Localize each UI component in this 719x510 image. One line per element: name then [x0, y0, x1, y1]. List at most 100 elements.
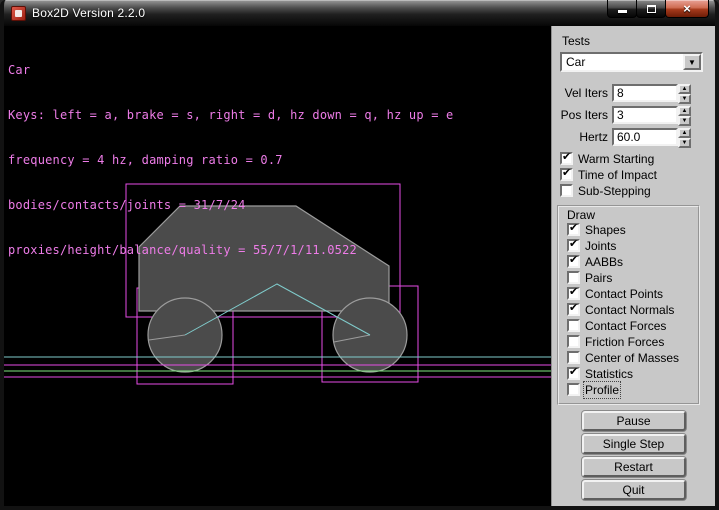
checkbox-box[interactable]: ✔ — [567, 271, 580, 284]
checkbox-label: Sub-Stepping — [578, 184, 651, 198]
vel-iters-row: Vel Iters ▲ ▼ — [552, 84, 691, 102]
hud-line-test-title: Car — [8, 63, 453, 78]
app-window: Box2D Version 2.2.0 × — [0, 0, 719, 510]
checkbox-label: Shapes — [585, 223, 626, 237]
check-icon: ✔ — [569, 223, 578, 234]
checkbox-box[interactable]: ✔ — [560, 168, 573, 181]
checkbox-sub-stepping[interactable]: ✔ Sub-Stepping — [560, 184, 715, 197]
checkbox-aabbs[interactable]: ✔ AABBs — [567, 255, 698, 268]
checkbox-contact-forces[interactable]: ✔ Contact Forces — [567, 319, 698, 332]
checkbox-box[interactable]: ✔ — [560, 152, 573, 165]
arrow-up-icon: ▲ — [682, 108, 688, 114]
checkbox-box[interactable]: ✔ — [567, 335, 580, 348]
pos-iters-label: Pos Iters — [552, 108, 608, 122]
checkbox-label: Center of Masses — [585, 351, 679, 365]
tests-dropdown[interactable]: Car ▼ — [560, 52, 703, 72]
checkbox-pairs[interactable]: ✔ Pairs — [567, 271, 698, 284]
checkbox-box[interactable]: ✔ — [567, 223, 580, 236]
checkbox-label: AABBs — [585, 255, 623, 269]
control-panel: Tests Car ▼ Vel Iters ▲ ▼ Pos Iters — [551, 26, 715, 506]
checkbox-contact-normals[interactable]: ✔ Contact Normals — [567, 303, 698, 316]
vel-iters-up-button[interactable]: ▲ — [678, 84, 691, 94]
checkbox-friction-forces[interactable]: ✔ Friction Forces — [567, 335, 698, 348]
pos-iters-down-button[interactable]: ▼ — [678, 116, 691, 126]
checkbox-label: Warm Starting — [578, 152, 654, 166]
checkbox-label: Statistics — [585, 367, 633, 381]
checkbox-contact-points[interactable]: ✔ Contact Points — [567, 287, 698, 300]
restart-button[interactable]: Restart — [582, 457, 686, 477]
checkbox-box[interactable]: ✔ — [567, 351, 580, 364]
single-step-button[interactable]: Single Step — [582, 434, 686, 454]
check-icon: ✔ — [569, 367, 578, 378]
checkbox-box[interactable]: ✔ — [567, 319, 580, 332]
arrow-down-icon: ▼ — [682, 140, 688, 146]
check-icon: ✔ — [562, 152, 571, 163]
pos-iters-up-button[interactable]: ▲ — [678, 106, 691, 116]
checkbox-box[interactable]: ✔ — [567, 303, 580, 316]
arrow-up-icon: ▲ — [682, 130, 688, 136]
checkbox-box[interactable]: ✔ — [567, 383, 580, 396]
window-controls: × — [608, 0, 709, 18]
checkbox-shapes[interactable]: ✔ Shapes — [567, 223, 698, 236]
hertz-input[interactable] — [612, 128, 678, 146]
checkbox-label: Friction Forces — [585, 335, 664, 349]
checkbox-profile[interactable]: ✔ Profile — [567, 383, 698, 396]
checkbox-center-of-masses[interactable]: ✔ Center of Masses — [567, 351, 698, 364]
hertz-row: Hertz ▲ ▼ — [552, 128, 691, 146]
checkbox-box[interactable]: ✔ — [567, 367, 580, 380]
pause-button[interactable]: Pause — [582, 411, 686, 431]
hertz-label: Hertz — [552, 130, 608, 144]
pos-iters-spinner: ▲ ▼ — [678, 106, 691, 124]
vel-iters-spinner: ▲ ▼ — [678, 84, 691, 102]
checkbox-label: Time of Impact — [578, 168, 657, 182]
check-icon: ✔ — [569, 255, 578, 266]
checkbox-box[interactable]: ✔ — [560, 184, 573, 197]
hertz-down-button[interactable]: ▼ — [678, 138, 691, 148]
minimize-button[interactable] — [607, 0, 637, 18]
arrow-up-icon: ▲ — [682, 86, 688, 92]
hertz-up-button[interactable]: ▲ — [678, 128, 691, 138]
checkbox-statistics[interactable]: ✔ Statistics — [567, 367, 698, 380]
debug-text-overlay: Car Keys: left = a, brake = s, right = d… — [8, 33, 453, 288]
iteration-settings: Vel Iters ▲ ▼ Pos Iters ▲ ▼ He — [552, 84, 715, 146]
checkbox-label: Contact Points — [585, 287, 663, 301]
solver-options: ✔ Warm Starting ✔ Time of Impact ✔ Sub-S… — [552, 152, 715, 197]
window-title: Box2D Version 2.2.0 — [32, 6, 145, 20]
check-icon: ✔ — [569, 287, 578, 298]
checkbox-joints[interactable]: ✔ Joints — [567, 239, 698, 252]
vel-iters-input[interactable] — [612, 84, 678, 102]
close-button[interactable]: × — [665, 0, 709, 18]
pos-iters-row: Pos Iters ▲ ▼ — [552, 106, 691, 124]
chevron-down-icon: ▼ — [688, 58, 696, 67]
tests-label: Tests — [562, 34, 715, 48]
hud-line-proxies: proxies/height/balance/quality = 55/7/1/… — [8, 243, 453, 258]
tests-dropdown-value: Car — [562, 54, 683, 70]
vel-iters-down-button[interactable]: ▼ — [678, 94, 691, 104]
hud-line-bodies: bodies/contacts/joints = 31/7/24 — [8, 198, 453, 213]
checkbox-box[interactable]: ✔ — [567, 239, 580, 252]
hud-line-keys: Keys: left = a, brake = s, right = d, hz… — [8, 108, 453, 123]
checkbox-label: Contact Normals — [585, 303, 674, 317]
hud-line-frequency: frequency = 4 hz, damping ratio = 0.7 — [8, 153, 453, 168]
checkbox-label: Joints — [585, 239, 616, 253]
draw-group-title: Draw — [567, 208, 698, 223]
tests-dropdown-arrow-button[interactable]: ▼ — [683, 54, 701, 70]
pos-iters-input[interactable] — [612, 106, 678, 124]
arrow-down-icon: ▼ — [682, 96, 688, 102]
simulation-viewport[interactable]: Car Keys: left = a, brake = s, right = d… — [4, 26, 551, 506]
draw-group: Draw ✔ Shapes ✔ Joints ✔ AABBs ✔ Pairs — [557, 205, 700, 405]
checkbox-warm-starting[interactable]: ✔ Warm Starting — [560, 152, 715, 165]
arrow-down-icon: ▼ — [682, 118, 688, 124]
close-icon: × — [683, 2, 691, 15]
check-icon: ✔ — [569, 303, 578, 314]
app-icon — [11, 6, 26, 21]
checkbox-time-of-impact[interactable]: ✔ Time of Impact — [560, 168, 715, 181]
quit-button[interactable]: Quit — [582, 480, 686, 500]
checkbox-box[interactable]: ✔ — [567, 255, 580, 268]
maximize-button[interactable] — [636, 0, 666, 18]
checkbox-box[interactable]: ✔ — [567, 287, 580, 300]
checkbox-label: Pairs — [585, 271, 612, 285]
checkbox-label: Contact Forces — [585, 319, 666, 333]
check-icon: ✔ — [569, 239, 578, 250]
minimize-icon — [618, 10, 627, 13]
